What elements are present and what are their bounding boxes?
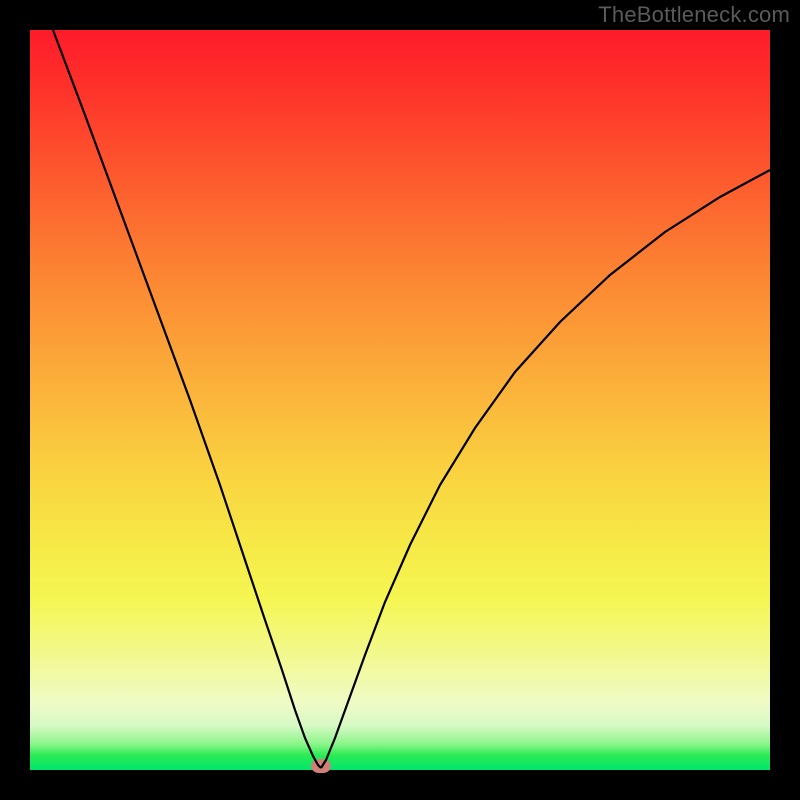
plot-area	[30, 30, 770, 770]
watermark-text: TheBottleneck.com	[598, 2, 790, 28]
bottleneck-curve	[30, 30, 770, 770]
chart-container: TheBottleneck.com	[0, 0, 800, 800]
